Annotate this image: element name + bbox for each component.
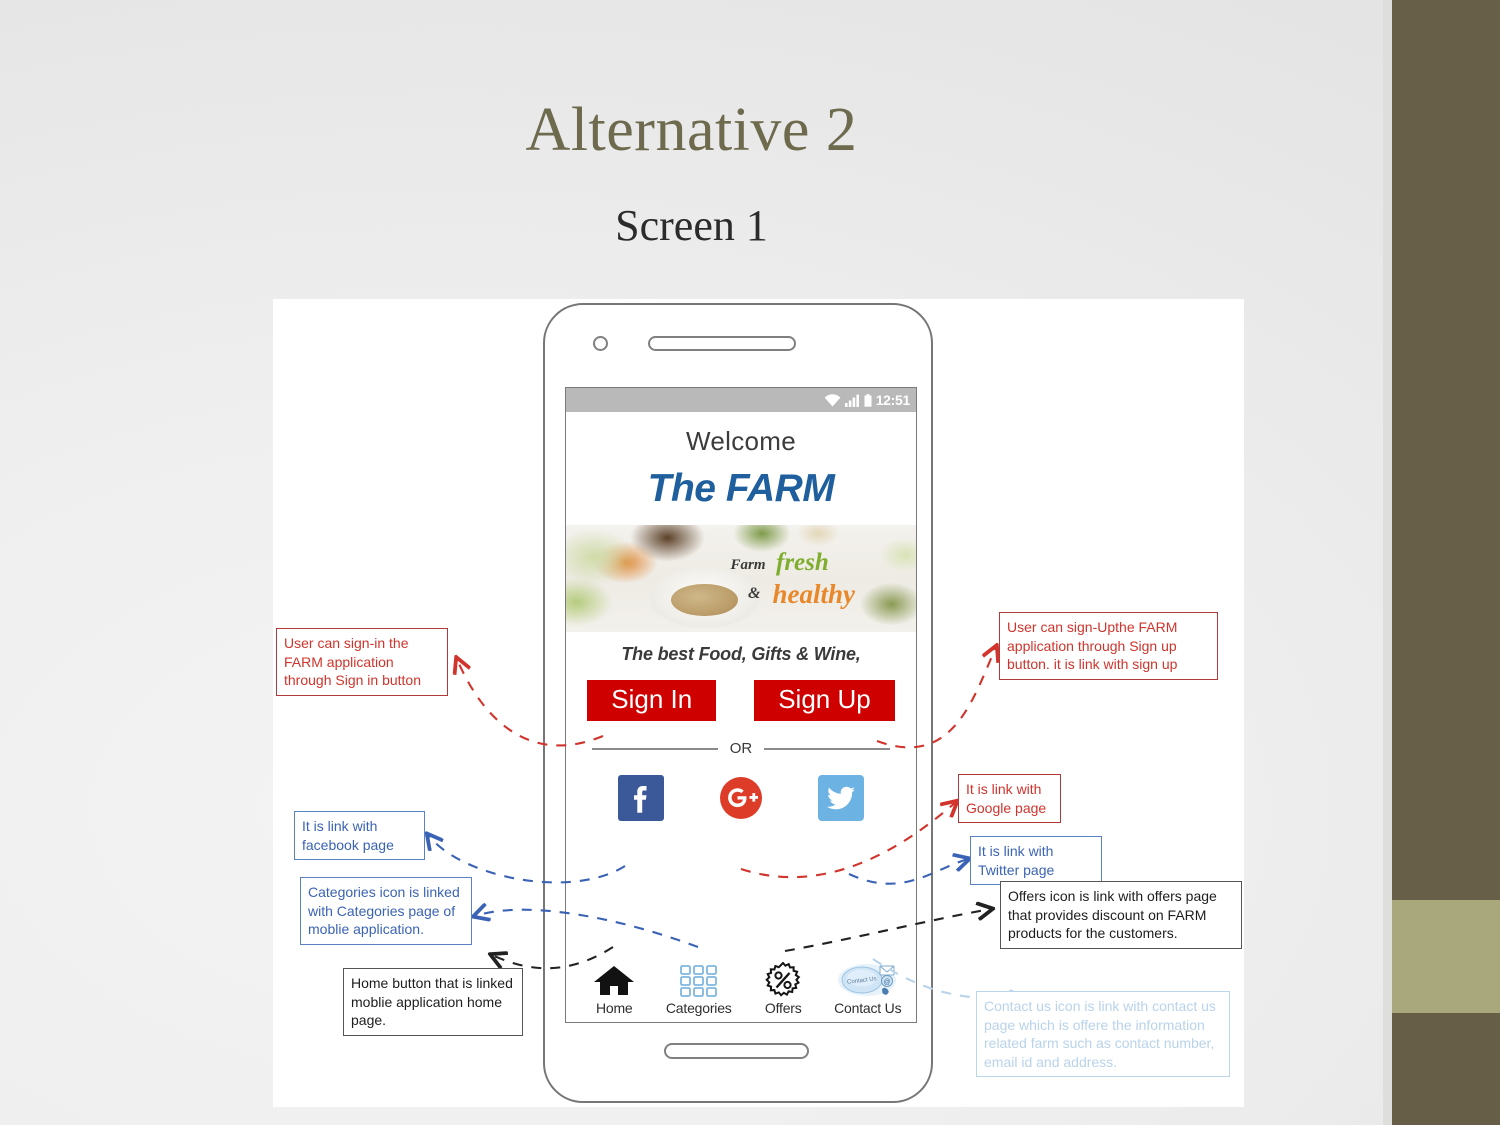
nav-label-contact-us: Contact Us [834, 1000, 902, 1016]
annotation-contact: Contact us icon is link with contact us … [976, 991, 1230, 1078]
annotation-home: Home button that is linked moblie applic… [343, 968, 523, 1036]
tagline-text: The best Food, Gifts & Wine, [621, 644, 861, 664]
content-canvas: 12:51 Welcome The FARM Farm fresh & heal… [273, 299, 1244, 1107]
battery-icon [864, 393, 872, 407]
phone-camera-icon [593, 336, 608, 351]
categories-grid-icon [679, 965, 717, 997]
sign-up-button[interactable]: Sign Up [754, 680, 895, 722]
annotation-google: It is link with Google page [958, 774, 1061, 824]
divider-rule-left [592, 748, 718, 750]
app-brand-title: The FARM [647, 467, 835, 510]
right-accent-bar-bottom [1392, 1013, 1500, 1125]
twitter-icon[interactable] [818, 775, 864, 822]
status-bar-time: 12:51 [875, 392, 911, 408]
phone-speaker-grille [648, 336, 796, 351]
svg-text:@: @ [883, 979, 890, 986]
annotation-sign-up: User can sign-Upthe FARM application thr… [999, 612, 1218, 680]
annotation-twitter: It is link with Twitter page [970, 836, 1102, 886]
status-bar: 12:51 [566, 388, 916, 412]
slide-background: Alternative 2 Screen 1 12:51 Welcome The… [0, 0, 1500, 1125]
slide-subtitle: Screen 1 [615, 201, 768, 250]
right-strip-light [1383, 0, 1392, 1125]
nav-item-offers[interactable]: Offers [744, 962, 822, 1016]
phone-mockup: 12:51 Welcome The FARM Farm fresh & heal… [543, 303, 933, 1103]
signal-bars-icon [844, 394, 859, 407]
divider-rule-right [764, 748, 890, 750]
nav-label-home: Home [595, 1000, 633, 1016]
google-plus-icon[interactable] [718, 775, 764, 821]
annotation-sign-in: User can sign-in the FARM application th… [276, 628, 448, 696]
offers-percent-icon [765, 962, 801, 997]
annotation-facebook: It is link with facebook page [294, 811, 425, 861]
nav-item-contact-us[interactable]: Contact Us @ Contact Us [829, 962, 907, 1016]
banner-word-healthy: healthy [772, 578, 856, 609]
banner-word-farm: Farm [730, 557, 766, 574]
hero-banner-image: Farm fresh & healthy [566, 525, 916, 632]
right-accent-bar-sage [1392, 900, 1500, 1013]
social-login-row [566, 775, 916, 822]
nav-label-categories: Categories [665, 1000, 732, 1016]
wifi-icon [824, 393, 841, 406]
banner-food-shape [671, 583, 738, 616]
annotation-offers: Offers icon is link with offers page tha… [1000, 881, 1242, 949]
sign-in-button[interactable]: Sign In [587, 680, 717, 722]
banner-word-amp: & [748, 584, 761, 602]
or-divider: OR [566, 740, 916, 757]
nav-item-categories[interactable]: Categories [660, 964, 738, 1016]
contact-us-icon: Contact Us @ [837, 964, 896, 996]
phone-home-button[interactable] [664, 1043, 809, 1059]
annotation-categories: Categories icon is linked with Categorie… [300, 877, 472, 945]
or-label: OR [729, 740, 753, 758]
bottom-navigation-bar: Home Categories Offers Contact Us @ Cont… [566, 962, 916, 1022]
facebook-icon[interactable] [618, 775, 664, 822]
welcome-heading: Welcome [686, 426, 796, 456]
phone-screen: 12:51 Welcome The FARM Farm fresh & heal… [565, 387, 917, 1023]
nav-item-home[interactable]: Home [575, 964, 653, 1016]
right-accent-bar-top [1392, 0, 1500, 900]
banner-word-fresh: fresh [776, 548, 829, 576]
nav-label-offers: Offers [764, 1000, 802, 1016]
slide-title: Alternative 2 [525, 96, 858, 164]
home-icon [594, 966, 635, 995]
auth-buttons-row: Sign In Sign Up [566, 680, 916, 722]
